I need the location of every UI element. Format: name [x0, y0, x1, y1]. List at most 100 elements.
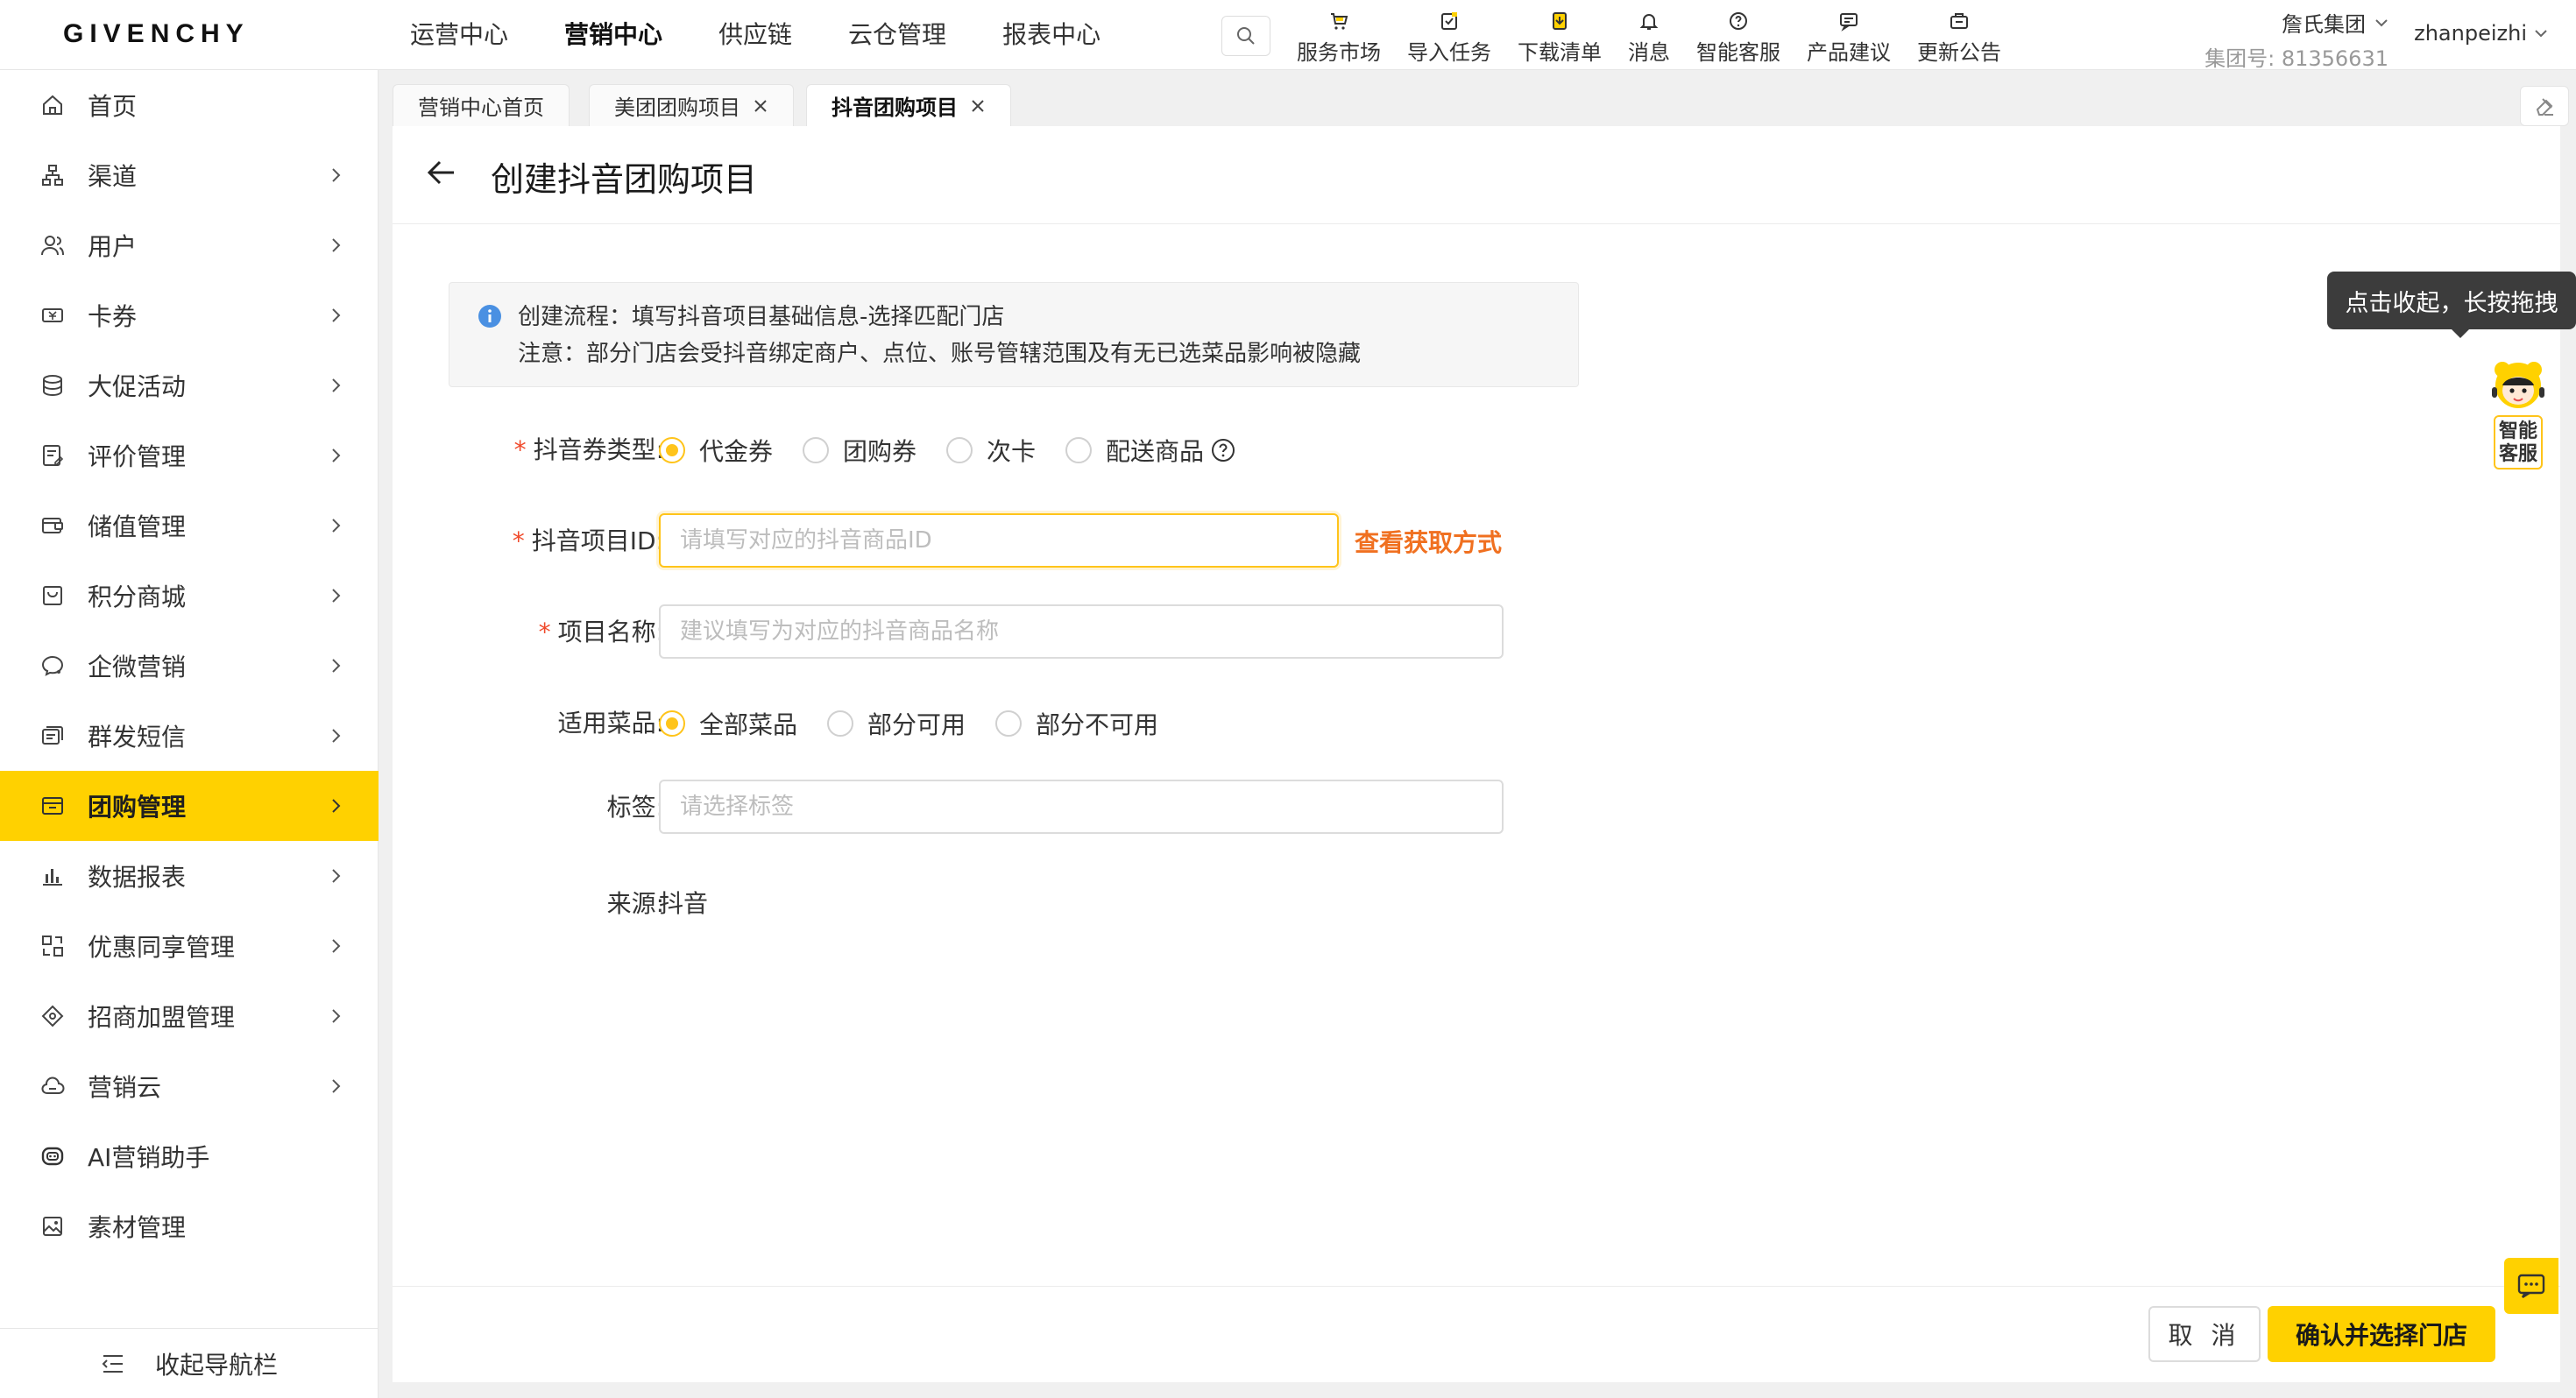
tool-update-notice[interactable]: 更新公告: [1917, 7, 2001, 66]
chevron-down-icon: [2535, 30, 2547, 38]
user-menu[interactable]: zhanpeizhi: [2414, 21, 2548, 46]
radio-group-voucher[interactable]: 团购券: [803, 433, 916, 468]
sidebar-item-home[interactable]: 首页: [0, 70, 379, 140]
page-title: 创建抖音团购项目: [491, 160, 758, 199]
sidebar-item-points-mall[interactable]: 积分商城: [0, 561, 379, 631]
radio-times-card[interactable]: 次卡: [946, 433, 1036, 468]
douyin-project-id-input[interactable]: [659, 513, 1339, 568]
collapse-nav-label: 收起导航栏: [154, 1350, 278, 1380]
tool-smart-service[interactable]: 智能客服: [1696, 7, 1780, 66]
tab-meituan-group-buy[interactable]: 美团团购项目: [589, 84, 794, 126]
sidebar-item-discount-share[interactable]: 优惠同享管理: [0, 911, 379, 981]
tool-import-task[interactable]: 导入任务: [1407, 7, 1491, 66]
sidebar-item-stored-value[interactable]: 储值管理: [0, 491, 379, 561]
chevron-right-icon: [332, 869, 341, 883]
top-nav-supply-chain[interactable]: 供应链: [718, 0, 792, 70]
sidebar-item-franchise[interactable]: 招商加盟管理: [0, 981, 379, 1051]
sidebar-item-label: 群发短信: [88, 723, 187, 752]
sidebar-item-label: AI营销助手: [88, 1143, 210, 1172]
cancel-button[interactable]: 取 消: [2148, 1306, 2261, 1362]
tab-douyin-group-buy[interactable]: 抖音团购项目: [806, 84, 1011, 126]
project-name-label: * 项目名称:: [538, 618, 664, 646]
sidebar-item-users[interactable]: 用户: [0, 210, 379, 280]
tab-marketing-home[interactable]: 营销中心首页: [393, 84, 570, 126]
sidebar-item-label: 优惠同享管理: [88, 933, 236, 962]
sidebar-item-coupon[interactable]: 卡券: [0, 280, 379, 350]
chat-button[interactable]: [2504, 1258, 2558, 1314]
coupon-icon: [42, 308, 63, 322]
sidebar-item-wecom-marketing[interactable]: 企微营销: [0, 631, 379, 701]
sidebar-item-label: 数据报表: [88, 863, 187, 892]
header-search-button[interactable]: [1221, 16, 1270, 56]
promotion-icon: [43, 375, 62, 397]
sidebar-item-material[interactable]: 素材管理: [0, 1191, 379, 1261]
tool-label: 下载清单: [1518, 40, 1602, 65]
sidebar-item-review[interactable]: 评价管理: [0, 420, 379, 491]
close-icon[interactable]: [753, 98, 768, 114]
info-notice: 创建流程：填写抖音项目基础信息-选择匹配门店 注意：部分门店会受抖音绑定商户、点…: [449, 282, 1579, 387]
tool-messages[interactable]: 消息: [1628, 7, 1670, 66]
top-nav-ops-center[interactable]: 运营中心: [410, 0, 508, 70]
tool-label: 服务市场: [1297, 40, 1381, 65]
top-header: GIVENCHY 运营中心 营销中心 供应链 云仓管理 报表中心 服务市场 导入…: [0, 0, 2576, 72]
clear-tabs-button[interactable]: [2520, 86, 2569, 126]
users-icon: [41, 236, 64, 256]
radio-delivery-goods[interactable]: 配送商品: [1065, 433, 1235, 468]
tool-service-market[interactable]: 服务市场: [1297, 7, 1381, 66]
chevron-right-icon: [332, 519, 341, 533]
radio-partial-unavailable[interactable]: 部分不可用: [995, 706, 1158, 741]
sidebar-item-label: 首页: [88, 92, 138, 121]
home-icon: [43, 95, 62, 115]
top-nav: 运营中心 营销中心 供应链 云仓管理 报表中心: [410, 0, 1157, 70]
chevron-right-icon: [332, 168, 341, 182]
sidebar-item-promotion[interactable]: 大促活动: [0, 350, 379, 420]
ai-assistant-icon: [41, 1147, 64, 1166]
assistant-label: 智能客服: [2494, 415, 2543, 470]
project-id-label: * 抖音项目ID:: [512, 526, 664, 555]
mascot-icon: [2492, 362, 2544, 408]
notice-process-text: 创建流程：填写抖音项目基础信息-选择匹配门店: [518, 304, 1005, 330]
sidebar-item-sms[interactable]: 群发短信: [0, 701, 379, 771]
sms-icon: [42, 726, 63, 745]
radio-cash-voucher[interactable]: 代金券: [659, 433, 773, 468]
dishes-label: 适用菜品:: [557, 709, 664, 738]
sidebar-item-ai-assistant[interactable]: AI营销助手: [0, 1121, 379, 1191]
wecom-icon: [41, 655, 64, 676]
tool-download-list[interactable]: 下载清单: [1518, 7, 1602, 66]
radio-partial-available[interactable]: 部分可用: [827, 706, 966, 741]
sidebar-item-label: 团购管理: [88, 793, 187, 822]
chevron-right-icon: [332, 308, 341, 322]
group-switcher[interactable]: 詹氏集团 集团号: 81356631: [2204, 7, 2388, 72]
chevron-right-icon: [332, 448, 341, 462]
radio-all-dishes[interactable]: 全部菜品: [659, 706, 797, 741]
sidebar-item-channel[interactable]: 渠道: [0, 140, 379, 210]
tool-product-suggestion[interactable]: 产品建议: [1807, 7, 1891, 66]
sidebar-item-data-report[interactable]: 数据报表: [0, 841, 379, 911]
tab-label: 营销中心首页: [418, 95, 544, 120]
sidebar-item-marketing-cloud[interactable]: 营销云: [0, 1051, 379, 1121]
question-mark-icon[interactable]: [1211, 438, 1235, 462]
tool-label: 导入任务: [1407, 40, 1491, 65]
back-arrow-icon[interactable]: [426, 159, 456, 186]
smart-service-widget[interactable]: 智能客服: [2485, 350, 2551, 471]
sidebar-item-label: 大促活动: [88, 372, 187, 401]
project-name-input[interactable]: [659, 604, 1504, 659]
top-nav-report-center[interactable]: 报表中心: [1002, 0, 1100, 70]
channel-icon: [42, 165, 63, 186]
top-nav-marketing-center[interactable]: 营销中心: [564, 0, 663, 70]
cloud-icon: [41, 1077, 65, 1094]
info-icon: [478, 305, 501, 328]
chevron-down-icon: [2375, 18, 2388, 26]
bell-icon: [1639, 14, 1659, 30]
collapse-nav-button[interactable]: 收起导航栏: [0, 1328, 379, 1398]
view-get-method-link[interactable]: 查看获取方式: [1355, 524, 1502, 559]
collapse-menu-icon: [102, 1354, 123, 1373]
sidebar-item-group-buy[interactable]: 团购管理: [0, 771, 379, 841]
tags-select[interactable]: [659, 780, 1504, 834]
confirm-select-store-button[interactable]: 确认并选择门店: [2268, 1306, 2495, 1362]
dishes-radio-group: 全部菜品 部分可用 部分不可用: [659, 706, 1188, 741]
top-nav-cloud-warehouse[interactable]: 云仓管理: [848, 0, 946, 70]
brand-logo[interactable]: GIVENCHY: [63, 19, 250, 49]
close-icon[interactable]: [970, 98, 986, 114]
form-footer: 取 消 确认并选择门店: [393, 1286, 2560, 1382]
